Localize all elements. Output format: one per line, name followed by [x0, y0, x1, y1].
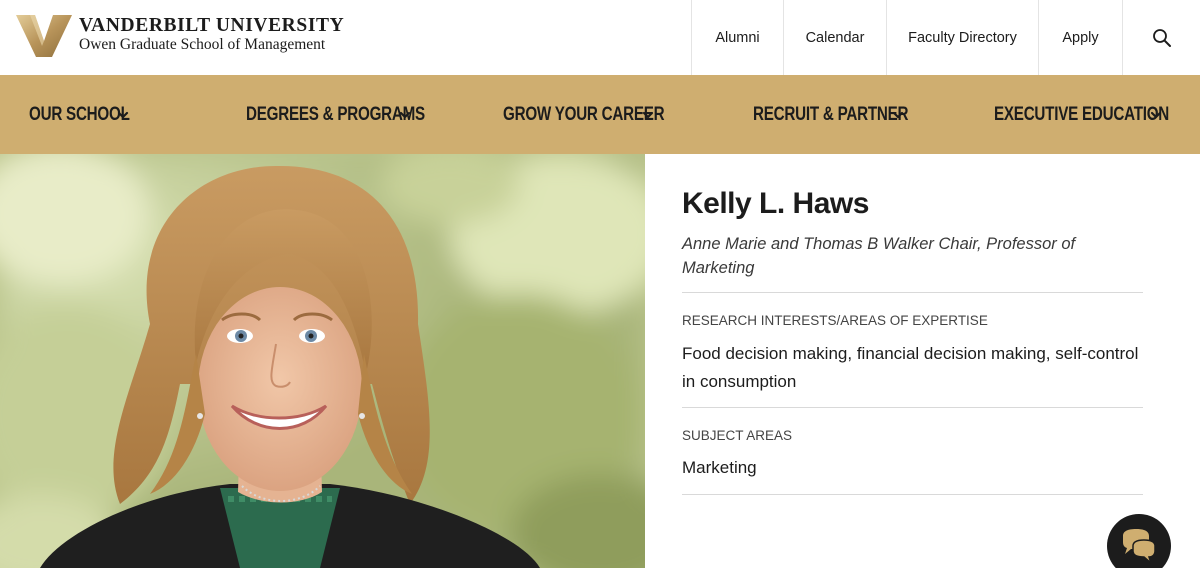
- utility-link-alumni[interactable]: Alumni: [691, 0, 783, 75]
- nav-label: RECRUIT & PARTNER: [753, 103, 909, 125]
- nav-item-recruit-partner[interactable]: RECRUIT & PARTNER: [753, 75, 947, 154]
- nav-label: GROW YOUR CAREER: [503, 103, 665, 125]
- utility-link-apply[interactable]: Apply: [1038, 0, 1122, 75]
- chevron-down-icon: [117, 111, 129, 119]
- chevron-down-icon: [399, 111, 411, 119]
- chat-bubbles-icon: [1123, 529, 1156, 566]
- top-utility-bar: VANDERBILT UNIVERSITY Owen Graduate Scho…: [0, 0, 1200, 75]
- faculty-title: Anne Marie and Thomas B Walker Chair, Pr…: [682, 235, 1076, 277]
- search-button[interactable]: [1122, 0, 1200, 75]
- vanderbilt-v-icon: [16, 15, 72, 57]
- main-navigation: OUR SCHOOL DEGREES & PROGRAMS GROW YOUR …: [0, 75, 1200, 154]
- nav-label: OUR SCHOOL: [29, 103, 130, 125]
- utility-link-calendar[interactable]: Calendar: [783, 0, 886, 75]
- faculty-portrait-photo: [0, 154, 645, 568]
- divider: [682, 407, 1143, 408]
- vanderbilt-owen-logo[interactable]: VANDERBILT UNIVERSITY Owen Graduate Scho…: [16, 15, 344, 57]
- faculty-name: Kelly L. Haws: [682, 187, 869, 220]
- faculty-profile-panel: Kelly L. Haws Anne Marie and Thomas B Wa…: [645, 154, 1200, 568]
- chevron-down-icon: [892, 111, 904, 119]
- nav-item-degrees-programs[interactable]: DEGREES & PROGRAMS: [246, 75, 470, 154]
- utility-link-faculty-directory[interactable]: Faculty Directory: [886, 0, 1038, 75]
- nav-item-executive-education[interactable]: EXECUTIVE EDUCATION: [994, 75, 1200, 154]
- school-name: Owen Graduate School of Management: [79, 36, 326, 53]
- subject-areas-value: Marketing: [682, 458, 757, 477]
- university-name: VANDERBILT UNIVERSITY: [79, 15, 345, 36]
- subject-areas-label: SUBJECT AREAS: [682, 428, 793, 443]
- chevron-down-icon: [1150, 111, 1162, 119]
- search-icon: [1152, 28, 1171, 47]
- nav-item-our-school[interactable]: OUR SCHOOL: [29, 75, 155, 154]
- nav-label: EXECUTIVE EDUCATION: [994, 103, 1170, 125]
- divider: [682, 292, 1143, 293]
- divider: [682, 494, 1143, 495]
- research-interests-value: Food decision making, financial decision…: [682, 344, 1139, 391]
- nav-item-grow-your-career[interactable]: GROW YOUR CAREER: [503, 75, 705, 154]
- research-interests-label: RESEARCH INTERESTS/AREAS OF EXPERTISE: [682, 313, 988, 328]
- chevron-down-icon: [642, 111, 654, 119]
